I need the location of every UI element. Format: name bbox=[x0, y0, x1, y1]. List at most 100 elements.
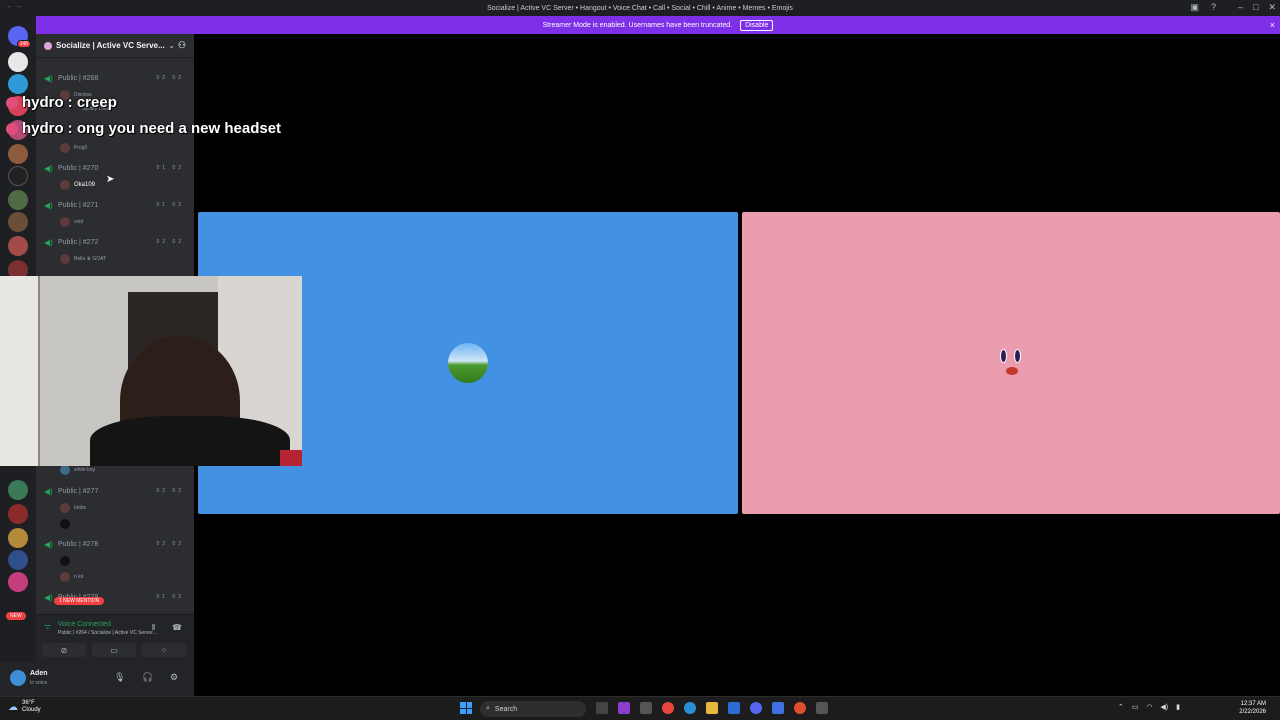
server-icon[interactable] bbox=[8, 504, 28, 524]
signal-icon[interactable]: ᯤ bbox=[44, 621, 51, 632]
gear-icon[interactable]: ⚙ bbox=[170, 672, 178, 683]
server-icon[interactable] bbox=[8, 52, 28, 72]
server-icon[interactable] bbox=[8, 144, 28, 164]
system-tray: ⌃ ▭ ◠ ◀) ▮ bbox=[1118, 703, 1180, 711]
server-icon[interactable] bbox=[8, 550, 28, 570]
new-mention-pill[interactable]: 1 NEW MENTION bbox=[54, 597, 105, 605]
edge-icon[interactable] bbox=[684, 702, 696, 714]
video-tile[interactable] bbox=[742, 212, 1280, 514]
speaker-icon: ◀) bbox=[44, 73, 53, 83]
cloud-icon: ☁ bbox=[8, 701, 18, 713]
voice-user[interactable]: Oka109 bbox=[60, 179, 95, 191]
voice-channel[interactable]: ◀) Public | #271 01 02 bbox=[36, 199, 194, 211]
camera-off-button[interactable]: ⊘ bbox=[42, 643, 86, 657]
noise-suppression-icon[interactable]: ⫴ bbox=[152, 623, 155, 633]
server-name: Socialize | Active VC Serve... bbox=[56, 41, 165, 50]
server-icon[interactable] bbox=[8, 212, 28, 232]
minimize-button[interactable]: – bbox=[1238, 2, 1243, 13]
window-title: Socialize | Active VC Server • Hangout •… bbox=[487, 4, 793, 12]
server-icon[interactable] bbox=[8, 166, 28, 186]
server-icon[interactable] bbox=[8, 480, 28, 500]
chrome-icon[interactable] bbox=[662, 702, 674, 714]
help-icon[interactable]: ? bbox=[1211, 2, 1216, 13]
volume-icon[interactable]: ◀) bbox=[1160, 703, 1168, 711]
weather-widget[interactable]: ☁ 36°F Cloudy bbox=[8, 700, 41, 714]
speaker-icon: ◀) bbox=[44, 237, 53, 247]
folder-icon[interactable] bbox=[706, 702, 718, 714]
disable-button[interactable]: Disable bbox=[740, 19, 774, 31]
maximize-button[interactable]: □ bbox=[1253, 2, 1258, 13]
server-icon[interactable] bbox=[8, 572, 28, 592]
voice-connected-title[interactable]: Voice Connected bbox=[58, 621, 111, 628]
voice-channel[interactable]: ◀) Public | #277 02 02 bbox=[36, 485, 194, 497]
inbox-icon[interactable]: ▣ bbox=[1190, 2, 1199, 13]
server-avatar-icon bbox=[44, 41, 52, 50]
server-icon[interactable] bbox=[8, 528, 28, 548]
chevron-up-icon[interactable]: ⌃ bbox=[1118, 703, 1124, 711]
nav-arrows[interactable]: ← → bbox=[6, 3, 22, 10]
speaker-icon: ◀) bbox=[44, 200, 53, 210]
headphones-icon[interactable]: 🎧 bbox=[142, 672, 153, 683]
chat-overlay-message: hydro: ong you need a new headset bbox=[6, 120, 281, 137]
monitor-icon[interactable]: ▭ bbox=[1132, 703, 1139, 711]
clock[interactable]: 12:37 AM 2/22/2026 bbox=[1239, 700, 1266, 716]
avatar bbox=[60, 519, 70, 529]
voice-user[interactable]: birdie bbox=[60, 502, 86, 514]
voice-user[interactable]: Bella ♛ GOAT bbox=[60, 253, 106, 265]
chat-overlay-message: hydro: creep bbox=[6, 94, 117, 111]
user-status: In voice bbox=[30, 680, 48, 686]
speaker-icon: ◀) bbox=[44, 592, 53, 602]
server-icon[interactable] bbox=[8, 190, 28, 210]
voice-channel[interactable]: ◀) Public | #270 01 02 bbox=[36, 162, 194, 174]
server-icon[interactable] bbox=[8, 74, 28, 94]
microphone-icon[interactable]: 🎙 bbox=[114, 672, 125, 683]
app-icon[interactable] bbox=[816, 702, 828, 714]
voice-connected-subtitle[interactable]: Public | #264 / Socialize | Active VC Se… bbox=[58, 630, 157, 636]
notice-text: Streamer Mode is enabled. Usernames have… bbox=[542, 21, 733, 29]
avatar bbox=[60, 217, 70, 227]
voice-connected-panel: ᯤ Voice Connected Public | #264 / Social… bbox=[36, 614, 194, 662]
start-button[interactable] bbox=[460, 702, 472, 714]
close-notice-icon[interactable]: × bbox=[1270, 20, 1275, 30]
avatar bbox=[60, 572, 70, 582]
new-pill[interactable]: NEW bbox=[6, 612, 26, 620]
user-avatar[interactable] bbox=[10, 670, 26, 686]
app-icon[interactable] bbox=[772, 702, 784, 714]
server-icon[interactable] bbox=[8, 236, 28, 256]
window-titlebar: ← → Socialize | Active VC Server • Hango… bbox=[0, 0, 1280, 16]
speaker-icon: ◀) bbox=[44, 539, 53, 549]
user-avatar-orb bbox=[448, 343, 488, 383]
voice-user[interactable]: void bbox=[60, 216, 83, 228]
voice-channel[interactable]: ◀) Public | #268 02 02 bbox=[36, 72, 194, 84]
server-header[interactable]: Socialize | Active VC Serve... ⌄ ⚇ bbox=[36, 34, 194, 58]
discord-icon[interactable] bbox=[750, 702, 762, 714]
taskbar-search[interactable]: ⌕ Search bbox=[480, 701, 586, 717]
app-icon[interactable] bbox=[794, 702, 806, 714]
voice-user[interactable] bbox=[60, 555, 70, 567]
wifi-icon[interactable]: ◠ bbox=[1146, 703, 1152, 711]
voice-channel[interactable]: ◀) Public | #278 02 02 bbox=[36, 538, 194, 550]
voice-user[interactable]: n lol bbox=[60, 571, 83, 583]
user-panel: Aden In voice 🎙 🎧 ⚙ bbox=[0, 662, 194, 696]
battery-icon[interactable]: ▮ bbox=[1176, 703, 1180, 711]
home-server-icon[interactable]: 148 bbox=[8, 26, 31, 48]
app-icon[interactable] bbox=[728, 702, 740, 714]
streamer-mode-notice: Streamer Mode is enabled. Usernames have… bbox=[36, 16, 1280, 34]
avatar bbox=[60, 465, 70, 475]
voice-user[interactable]: Prog0 bbox=[60, 142, 87, 154]
app-icon[interactable] bbox=[640, 702, 652, 714]
voice-user[interactable] bbox=[60, 518, 70, 530]
add-member-icon[interactable]: ⚇ bbox=[178, 40, 186, 51]
avatar bbox=[60, 143, 70, 153]
chevron-down-icon[interactable]: ⌄ bbox=[169, 42, 175, 50]
voice-channel[interactable]: ◀) Public | #272 02 02 bbox=[36, 236, 194, 248]
close-window-button[interactable]: ✕ bbox=[1268, 2, 1276, 13]
app-icon[interactable] bbox=[618, 702, 630, 714]
windows-taskbar: ☁ 36°F Cloudy ⌕ Search ⌃ ▭ ◠ ◀) ▮ 12:37 A… bbox=[0, 696, 1280, 720]
disconnect-icon[interactable]: ☎ bbox=[172, 623, 182, 632]
share-screen-button[interactable]: ▭ bbox=[92, 643, 136, 657]
task-view-icon[interactable] bbox=[596, 702, 608, 714]
avatar bbox=[60, 503, 70, 513]
activities-button[interactable]: ⁘ bbox=[142, 643, 186, 657]
mouse-cursor-icon: ➤ bbox=[106, 174, 115, 185]
